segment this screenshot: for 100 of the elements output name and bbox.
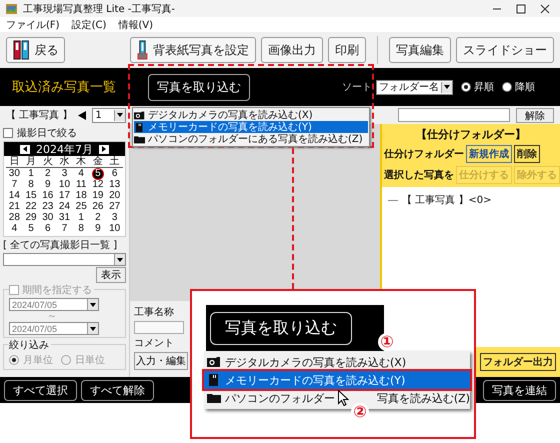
calendar-day[interactable]: 30 bbox=[6, 168, 23, 179]
previous-icon[interactable] bbox=[78, 110, 86, 120]
weekday-label: 日 bbox=[6, 156, 23, 168]
calendar-day[interactable]: 26 bbox=[90, 201, 106, 212]
calendar-day[interactable]: 7 bbox=[6, 179, 23, 190]
weekday-label: 土 bbox=[106, 156, 123, 168]
calendar-day[interactable]: 16 bbox=[39, 190, 56, 201]
calendar-day[interactable]: 12 bbox=[90, 179, 106, 190]
calendar-day[interactable]: 8 bbox=[22, 179, 40, 190]
row-label: 選択した写真を bbox=[384, 168, 454, 182]
next-month-icon[interactable] bbox=[99, 144, 109, 154]
group-label: 絞り込み bbox=[9, 338, 49, 352]
tree-item[interactable]: 【 工事写真 】<0> bbox=[402, 193, 492, 207]
folder-icon bbox=[207, 392, 221, 404]
sort-label: ソート bbox=[342, 81, 372, 94]
calendar-month: 2024年7月 bbox=[36, 142, 93, 156]
section-title: 取込済み写真一覧 bbox=[12, 79, 117, 96]
calendar-day[interactable]: 6 bbox=[39, 223, 56, 234]
calendar-day[interactable]: 11 bbox=[72, 179, 90, 190]
checkbox[interactable] bbox=[3, 128, 13, 138]
action-button[interactable]: すべて選択 bbox=[4, 380, 77, 400]
sort-dropdown[interactable]: フォルダー名 bbox=[376, 80, 453, 94]
toolbar-button[interactable]: 画像出力 bbox=[261, 37, 323, 63]
calendar-day[interactable]: 2 bbox=[39, 168, 56, 179]
folder-export-button[interactable]: フォルダー出力 bbox=[480, 353, 556, 371]
field-label: コメント bbox=[134, 337, 174, 350]
camera-icon bbox=[134, 110, 145, 120]
calendar-day[interactable]: 13 bbox=[106, 179, 123, 190]
search-field[interactable] bbox=[398, 108, 510, 122]
panel-button[interactable]: 新規作成 bbox=[466, 145, 512, 163]
calendar-day[interactable]: 2 bbox=[90, 212, 106, 223]
previous-month-icon[interactable] bbox=[20, 144, 30, 154]
menu-item[interactable]: 設定(C) bbox=[72, 18, 106, 32]
import-button[interactable]: 写真を取り込む bbox=[210, 312, 352, 344]
weekday-label: 金 bbox=[90, 156, 106, 168]
app-icon bbox=[6, 4, 17, 14]
calendar-day[interactable]: 28 bbox=[6, 212, 23, 223]
radio-button[interactable] bbox=[502, 82, 512, 92]
calendar-day[interactable]: 18 bbox=[72, 190, 90, 201]
calendar-day[interactable]: 19 bbox=[90, 190, 106, 201]
menu-item[interactable]: メモリーカードの写真を読み込む(Y) bbox=[204, 371, 470, 389]
calendar-day[interactable]: 23 bbox=[39, 201, 56, 212]
calendar-day[interactable]: 4 bbox=[72, 168, 90, 179]
menu-item[interactable]: メモリーカードの写真を読み込む(Y) bbox=[134, 121, 368, 133]
radio-button[interactable] bbox=[461, 82, 471, 92]
calendar-day[interactable]: 7 bbox=[56, 223, 73, 234]
weekday-label: 月 bbox=[22, 156, 40, 168]
menu-item[interactable]: 情報(V) bbox=[118, 18, 154, 32]
field-label: 工事名称 bbox=[134, 306, 174, 319]
calendar-day[interactable]: 9 bbox=[39, 179, 56, 190]
calendar-day[interactable]: 15 bbox=[22, 190, 40, 201]
toolbar-button[interactable]: 戻る bbox=[6, 37, 66, 63]
calendar-day[interactable]: 29 bbox=[22, 212, 40, 223]
calendar-day[interactable]: 5 bbox=[22, 223, 40, 234]
panel-button[interactable]: 削除 bbox=[514, 145, 540, 163]
calendar-day[interactable]: 1 bbox=[72, 212, 90, 223]
edit-button[interactable]: 入力・編集 bbox=[134, 352, 188, 370]
calendar-day[interactable]: 24 bbox=[56, 201, 73, 212]
calendar-day[interactable]: 25 bbox=[72, 201, 90, 212]
calendar-day[interactable]: 9 bbox=[90, 223, 106, 234]
calendar-day[interactable]: 3 bbox=[56, 168, 73, 179]
panel-title: 【仕分けフォルダー】 bbox=[415, 127, 527, 142]
calendar-day[interactable]: 5 bbox=[90, 168, 106, 179]
calendar-day[interactable]: 17 bbox=[56, 190, 73, 201]
row-label: 仕分けフォルダー bbox=[384, 148, 464, 161]
calendar-day[interactable]: 21 bbox=[6, 201, 23, 212]
toolbar-button[interactable]: 写真編集 bbox=[389, 37, 451, 63]
camera-icon bbox=[207, 356, 221, 368]
toolbar-button[interactable]: 背表紙写真を設定 bbox=[130, 37, 256, 63]
calendar-day[interactable]: 10 bbox=[56, 179, 73, 190]
calendar-day[interactable]: 1 bbox=[22, 168, 40, 179]
calendar-day[interactable]: 3 bbox=[106, 212, 123, 223]
calendar-day[interactable]: 31 bbox=[56, 212, 73, 223]
calendar-day[interactable]: 22 bbox=[22, 201, 40, 212]
menu-item[interactable]: デジタルカメラの写真を読み込む(X) bbox=[134, 109, 368, 121]
page-dropdown[interactable]: 1 bbox=[92, 108, 126, 122]
list-label: [ 全ての写真撮影日一覧 ] bbox=[3, 238, 118, 252]
radio-label: 昇順 bbox=[474, 81, 494, 94]
calendar-day[interactable]: 6 bbox=[106, 168, 123, 179]
range-separator: ～ bbox=[46, 312, 58, 321]
radio-label: 降順 bbox=[515, 81, 535, 94]
calendar-day[interactable]: 30 bbox=[39, 212, 56, 223]
toolbar-button[interactable]: スライドショー bbox=[456, 37, 554, 63]
menu-item[interactable]: ファイル(F) bbox=[6, 18, 60, 32]
calendar-day[interactable]: 8 bbox=[72, 223, 90, 234]
show-button[interactable]: 表示 bbox=[96, 267, 126, 283]
calendar-day[interactable]: 10 bbox=[106, 223, 123, 234]
calendar-day[interactable]: 4 bbox=[6, 223, 23, 234]
clear-button[interactable]: 解除 bbox=[516, 108, 554, 122]
name-field[interactable] bbox=[134, 321, 184, 334]
calendar-day[interactable]: 27 bbox=[106, 201, 123, 212]
action-button[interactable]: すべて解除 bbox=[81, 380, 154, 400]
calendar-day[interactable]: 20 bbox=[106, 190, 123, 201]
menu-item[interactable]: デジタルカメラの写真を読み込む(X) bbox=[204, 353, 470, 371]
calendar-day[interactable]: 14 bbox=[6, 190, 23, 201]
import-button[interactable]: 写真を取り込む bbox=[148, 74, 250, 100]
menu-item[interactable]: パソコンのフォルダーにある写真を読み込む(Z) bbox=[134, 133, 368, 145]
toolbar-button[interactable]: 印刷 bbox=[328, 37, 366, 63]
action-button[interactable]: 写真を連結 bbox=[483, 380, 556, 400]
checkbox-label: 期間を指定する bbox=[22, 284, 92, 297]
